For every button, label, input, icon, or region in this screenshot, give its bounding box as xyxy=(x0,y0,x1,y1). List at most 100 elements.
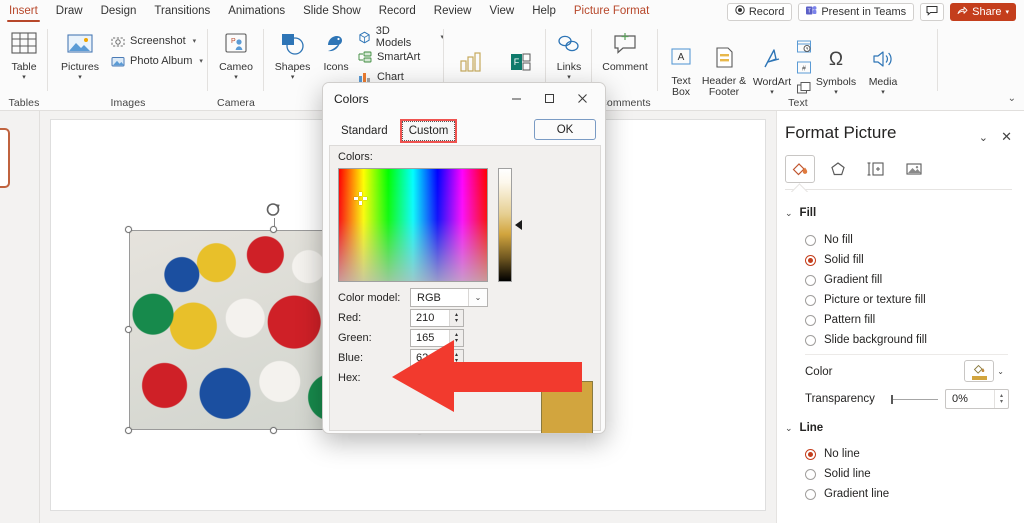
header-footer-icon xyxy=(712,42,736,74)
luminance-slider[interactable] xyxy=(498,168,512,282)
slide-thumbnail-1[interactable] xyxy=(0,128,10,188)
ribbon-tab-animations[interactable]: Animations xyxy=(219,0,294,23)
ribbon-tab-review[interactable]: Review xyxy=(425,0,481,23)
wordart-button-label: WordArt xyxy=(752,76,792,88)
teams-icon: T xyxy=(806,5,817,19)
ribbon-tab-transitions[interactable]: Transitions xyxy=(145,0,219,23)
ribbon-group-tables: Table ▾ Tables xyxy=(0,23,48,111)
radio-no-line[interactable]: No line xyxy=(805,448,860,460)
cameo-icon: P xyxy=(223,28,249,60)
ribbon-tab-draw[interactable]: Draw xyxy=(47,0,92,23)
screenshot-button[interactable]: Screenshot ▾ xyxy=(110,31,203,51)
ribbon-tab-insert[interactable]: Insert xyxy=(0,0,47,23)
icons-button[interactable]: Icons xyxy=(317,23,355,73)
photo-album-caret-icon[interactable]: ▾ xyxy=(199,57,203,65)
screenshot-label: Screenshot xyxy=(130,35,186,47)
date-time-icon[interactable] xyxy=(796,39,812,59)
3d-models-button[interactable]: 3D Models ▾ xyxy=(357,25,444,49)
maximize-icon[interactable] xyxy=(534,83,564,113)
smartart-button[interactable]: SmartArt xyxy=(357,47,444,67)
fp-tab-fill-line[interactable] xyxy=(785,155,815,183)
photo-album-button[interactable]: Photo Album ▾ xyxy=(110,51,203,71)
radio-pattern-fill[interactable]: Pattern fill xyxy=(805,314,875,326)
resize-handle-bottom-left[interactable] xyxy=(125,427,132,434)
radio-solid-line[interactable]: Solid line xyxy=(805,468,871,480)
comments-button[interactable] xyxy=(920,2,945,21)
ribbon-tab-design[interactable]: Design xyxy=(92,0,146,23)
colors-tab-standard[interactable]: Standard xyxy=(335,122,394,140)
ribbon-tab-record[interactable]: Record xyxy=(370,0,425,23)
media-caret-icon[interactable]: ▾ xyxy=(881,89,885,96)
wordart-caret-icon[interactable]: ▾ xyxy=(770,89,774,96)
links-caret-icon[interactable]: ▾ xyxy=(567,74,571,81)
record-button[interactable]: Record xyxy=(726,2,793,21)
cameo-caret-icon[interactable]: ▾ xyxy=(234,74,238,81)
fill-section-chevron-icon: ⌄ xyxy=(785,207,793,218)
table-caret-icon[interactable]: ▾ xyxy=(22,74,26,81)
share-button[interactable]: Share ▾ xyxy=(950,2,1016,21)
resize-handle-middle-left[interactable] xyxy=(125,326,132,333)
header-footer-button[interactable]: Header & Footer xyxy=(700,37,748,98)
cameo-button[interactable]: P Cameo ▾ xyxy=(210,23,262,81)
red-spinner-arrows[interactable]: ▴ ▾ xyxy=(449,310,463,326)
text-box-button-label: Text Box xyxy=(671,74,691,98)
symbols-button[interactable]: Ω Symbols ▾ xyxy=(812,38,860,96)
close-icon[interactable] xyxy=(567,83,597,113)
resize-handle-top-center[interactable] xyxy=(270,226,277,233)
links-button[interactable]: Links ▾ xyxy=(543,23,595,81)
color-model-select[interactable]: RGB ⌄ xyxy=(410,288,488,307)
radio-no-line-label: No line xyxy=(824,448,860,460)
ribbon-tab-picture-format[interactable]: Picture Format xyxy=(565,0,658,23)
chevron-down-icon[interactable]: ⌄ xyxy=(468,289,487,306)
radio-gradient-fill[interactable]: Gradient fill xyxy=(805,274,882,286)
fill-section-header[interactable]: ⌄ Fill xyxy=(785,207,816,219)
fp-tab-effects[interactable] xyxy=(823,155,853,183)
ribbon-tab-slide-show[interactable]: Slide Show xyxy=(294,0,370,23)
luminance-slider-pointer[interactable] xyxy=(515,220,522,230)
ribbon-collapse-icon[interactable]: ⌄ xyxy=(1008,93,1016,104)
fill-color-caret-icon[interactable]: ⌄ xyxy=(997,367,1004,376)
fill-divider xyxy=(805,354,1008,355)
radio-no-fill[interactable]: No fill xyxy=(805,234,853,246)
screenshot-caret-icon[interactable]: ▾ xyxy=(193,37,197,45)
radio-gradient-line[interactable]: Gradient line xyxy=(805,488,889,500)
radio-picture-texture-fill[interactable]: Picture or texture fill xyxy=(805,294,926,306)
ok-button[interactable]: OK xyxy=(534,119,596,140)
pictures-button[interactable]: Pictures ▾ xyxy=(54,23,106,81)
comment-button[interactable]: Comment xyxy=(594,23,656,73)
radio-slide-background-fill-label: Slide background fill xyxy=(824,334,927,346)
ribbon-tab-view[interactable]: View xyxy=(480,0,523,23)
shapes-button[interactable]: Shapes ▾ xyxy=(268,23,317,81)
colors-dialog-title: Colors xyxy=(334,92,369,106)
color-gradient-picker[interactable] xyxy=(338,168,488,282)
rotate-icon[interactable] xyxy=(265,200,283,218)
minimize-icon[interactable] xyxy=(501,83,531,113)
fp-tab-size-properties[interactable] xyxy=(861,155,891,183)
present-in-teams-button[interactable]: T Present in Teams xyxy=(798,2,915,21)
wordart-button[interactable]: WordArt ▾ xyxy=(748,38,796,96)
text-box-button[interactable]: A Text Box xyxy=(662,37,700,98)
radio-slide-background-fill[interactable]: Slide background fill xyxy=(805,334,927,346)
transparency-spinner[interactable]: 0% ▴ ▾ xyxy=(945,389,1009,409)
color-model-label: Color model: xyxy=(338,292,401,304)
panel-collapse-icon[interactable]: ⌄ xyxy=(979,131,988,144)
line-section-header[interactable]: ⌄ Line xyxy=(785,422,823,434)
transparency-slider-track[interactable] xyxy=(892,399,938,400)
transparency-spinner-arrows[interactable]: ▴ ▾ xyxy=(994,390,1008,408)
table-button[interactable]: Table ▾ xyxy=(0,23,50,81)
fill-color-button[interactable]: ⌄ xyxy=(964,360,1004,382)
symbols-caret-icon[interactable]: ▾ xyxy=(834,89,838,96)
media-button[interactable]: Media ▾ xyxy=(860,38,906,96)
resize-handle-bottom-center[interactable] xyxy=(270,427,277,434)
shapes-caret-icon[interactable]: ▾ xyxy=(291,74,295,81)
pictures-caret-icon[interactable]: ▾ xyxy=(78,74,82,81)
transparency-slider-knob[interactable] xyxy=(891,395,893,404)
resize-handle-top-left[interactable] xyxy=(125,226,132,233)
radio-solid-fill[interactable]: Solid fill xyxy=(805,254,864,266)
colors-tab-custom[interactable]: Custom xyxy=(401,121,456,141)
panel-close-icon[interactable]: ✕ xyxy=(1001,129,1012,145)
red-spinner[interactable]: 210 ▴ ▾ xyxy=(410,309,464,327)
fp-tab-picture[interactable] xyxy=(899,155,929,183)
ribbon-tab-help[interactable]: Help xyxy=(523,0,565,23)
slide-number-icon[interactable]: # xyxy=(796,60,812,80)
